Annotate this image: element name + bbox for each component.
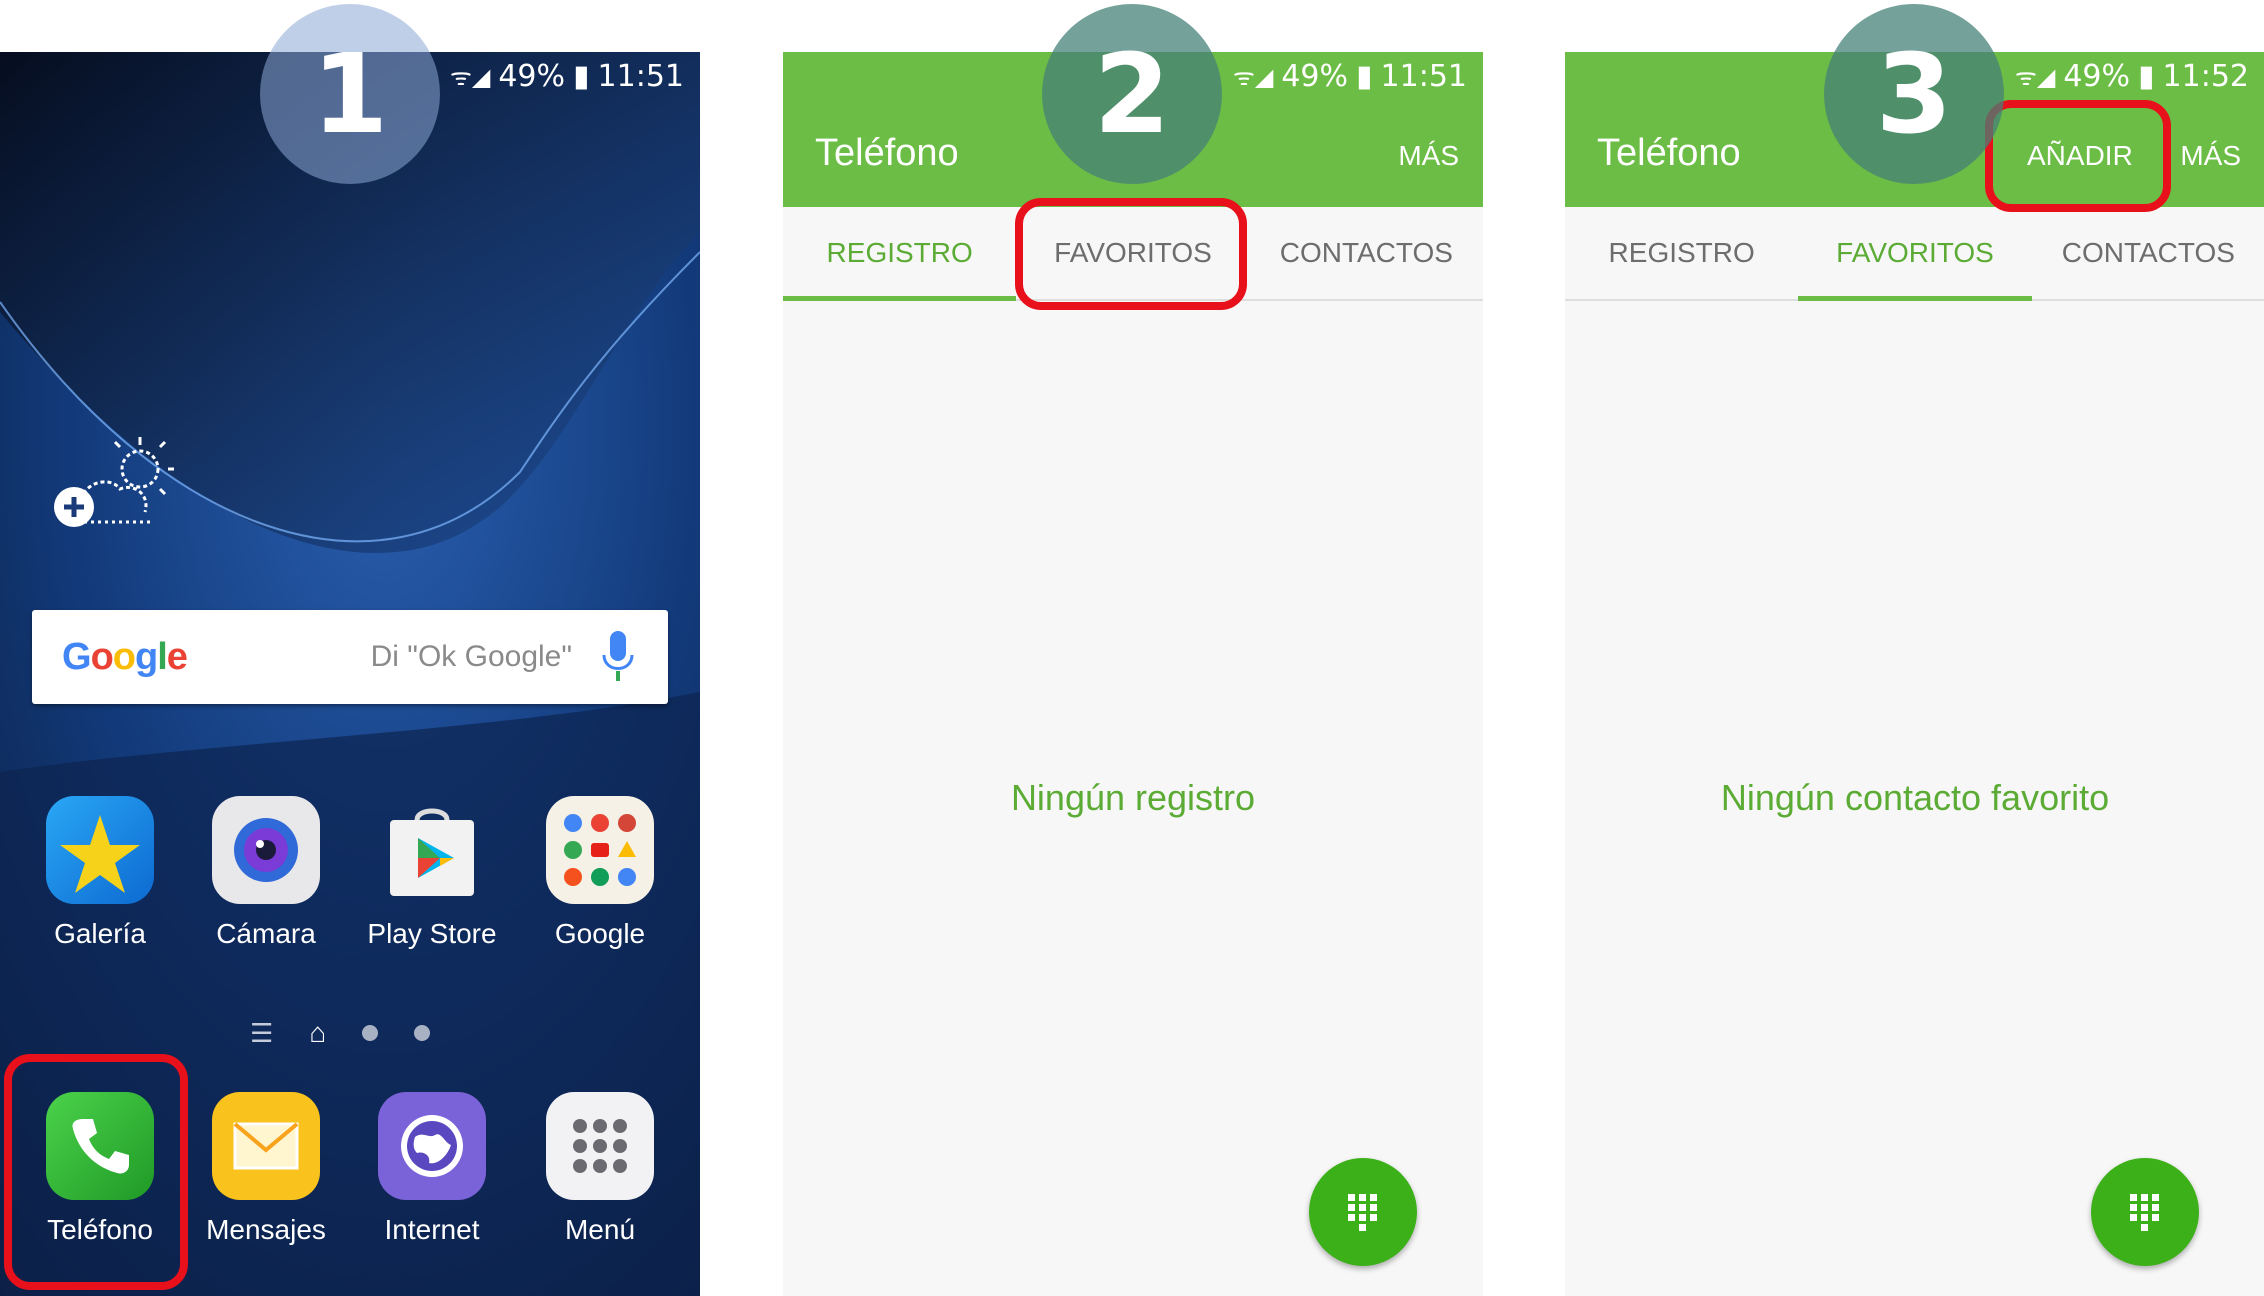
google-search-bar[interactable]: Google Di "Ok Google" — [32, 610, 668, 704]
status-bar: ᯤ◢ 49% ▮ 11:51 — [1233, 52, 1467, 100]
mic-icon[interactable] — [598, 627, 638, 687]
app-label: Galería — [54, 918, 146, 949]
app-label: Google — [554, 918, 646, 949]
empty-message: Ningún registro — [1010, 777, 1256, 818]
app-play-store[interactable]: Play Store — [352, 796, 512, 950]
battery-icon: ▮ — [573, 58, 590, 94]
home-indicator-icon[interactable]: ⌂ — [309, 1017, 326, 1049]
phone-app-registro: ᯤ◢ 49% ▮ 11:51 Teléfono MÁS REGISTRO FAV… — [783, 52, 1483, 1296]
battery-percent: 49% — [498, 58, 566, 94]
app-google-folder[interactable]: Google — [520, 796, 680, 950]
app-internet[interactable]: Internet — [352, 1092, 512, 1246]
tab-contactos[interactable]: CONTACTOS — [1250, 207, 1483, 299]
wifi-signal-icon: ᯤ◢ — [1232, 62, 1274, 91]
status-bar: ᯤ◢ 49% ▮ 11:51 — [450, 52, 684, 100]
page-indicator: ☰ ⌂ — [250, 1017, 431, 1049]
tab-registro[interactable]: REGISTRO — [1565, 207, 1798, 299]
tab-registro[interactable]: REGISTRO — [783, 207, 1017, 301]
page-dot[interactable] — [414, 1025, 431, 1041]
home-screen: ᯤ◢ 49% ▮ 11:51 Google Di "Ok Google" Gal… — [0, 52, 700, 1296]
play-store-icon — [378, 796, 486, 904]
app-label: Play Store — [367, 918, 497, 949]
clock: 11:51 — [1380, 58, 1467, 94]
app-label: Cámara — [216, 918, 316, 949]
phone-app-highlight — [4, 1054, 188, 1290]
dialpad-button[interactable] — [1309, 1158, 1417, 1266]
tab-favoritos[interactable]: FAVORITOS — [1798, 207, 2032, 301]
internet-icon — [378, 1092, 486, 1200]
app-label: Menú — [564, 1214, 636, 1245]
step-number-3: 3 — [1824, 4, 2004, 184]
apps-menu-icon — [546, 1092, 654, 1200]
app-mensajes[interactable]: Mensajes — [186, 1092, 346, 1246]
clock: 11:51 — [597, 58, 684, 94]
app-title: Teléfono — [1597, 132, 1741, 174]
app-label: Internet — [384, 1214, 480, 1245]
more-button[interactable]: MÁS — [1398, 140, 1459, 172]
google-logo: Google — [62, 635, 188, 678]
messages-icon — [212, 1092, 320, 1200]
dialpad-button[interactable] — [2091, 1158, 2199, 1266]
battery-percent: 49% — [2063, 58, 2131, 94]
apps-list-indicator-icon[interactable]: ☰ — [250, 1018, 273, 1049]
phone-app-favoritos: ᯤ◢ 49% ▮ 11:52 Teléfono AÑADIR MÁS REGIS… — [1565, 52, 2264, 1296]
more-button[interactable]: MÁS — [2180, 140, 2241, 172]
tab-contactos[interactable]: CONTACTOS — [2032, 207, 2264, 299]
weather-add-widget[interactable] — [50, 427, 180, 537]
step-number-1: 1 — [260, 4, 440, 184]
step-number-2: 2 — [1042, 4, 1222, 184]
app-galeria[interactable]: Galería — [20, 796, 180, 950]
search-hint: Di "Ok Google" — [370, 640, 572, 673]
battery-icon: ▮ — [1356, 58, 1373, 94]
favoritos-tab-highlight — [1015, 198, 1247, 310]
app-camara[interactable]: Cámara — [186, 796, 346, 950]
dialpad-icon — [2130, 1194, 2159, 1231]
app-menu[interactable]: Menú — [520, 1092, 680, 1246]
tab-bar: REGISTRO FAVORITOS CONTACTOS — [1565, 207, 2264, 301]
add-button-highlight — [1985, 100, 2171, 212]
gallery-icon — [46, 796, 154, 904]
page-dot[interactable] — [362, 1025, 379, 1041]
status-bar: ᯤ◢ 49% ▮ 11:52 — [2015, 52, 2249, 100]
dialpad-icon — [1348, 1194, 1377, 1231]
empty-message: Ningún contacto favorito — [1720, 777, 2110, 818]
google-folder-icon — [546, 796, 654, 904]
camera-icon — [212, 796, 320, 904]
battery-percent: 49% — [1281, 58, 1349, 94]
clock: 11:52 — [2162, 58, 2249, 94]
app-title: Teléfono — [815, 132, 959, 174]
wifi-signal-icon: ᯤ◢ — [449, 62, 491, 91]
battery-icon: ▮ — [2138, 58, 2155, 94]
wifi-signal-icon: ᯤ◢ — [2014, 62, 2056, 91]
app-label: Mensajes — [206, 1214, 326, 1245]
